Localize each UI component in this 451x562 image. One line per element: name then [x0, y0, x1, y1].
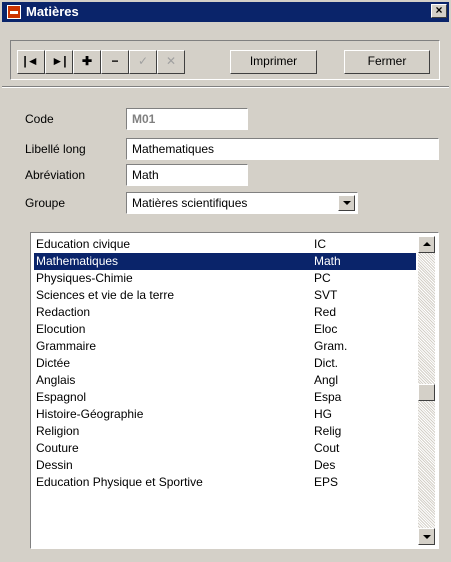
last-record-button[interactable]: ►|: [45, 50, 73, 74]
list-item-abbr: Red: [314, 305, 337, 319]
list-item-abbr: PC: [314, 271, 331, 285]
scroll-down-icon[interactable]: [418, 528, 435, 545]
list-item[interactable]: Mathematiques Math: [34, 253, 416, 270]
list-item-name: Couture: [36, 441, 79, 455]
title-bar[interactable]: Matières ×: [2, 2, 449, 22]
list-item-abbr: Espa: [314, 390, 342, 404]
list-item-name: Physiques-Chimie: [36, 271, 133, 285]
list-item-name: Religion: [36, 424, 80, 438]
list-item[interactable]: Histoire-Géographie HG: [34, 406, 416, 423]
toolbar: |◄ ►| ✚ − ✓ ✕ Imprimer Fermer: [10, 40, 440, 80]
chevron-down-icon[interactable]: [338, 195, 355, 211]
first-record-icon: |◄: [23, 54, 39, 68]
list-item[interactable]: Anglais Angl: [34, 372, 416, 389]
code-field: M01: [126, 108, 248, 130]
list-item-abbr: IC: [314, 237, 326, 251]
code-label: Code: [25, 112, 54, 126]
list-item-abbr: Eloc: [314, 322, 338, 336]
close-window-button[interactable]: ×: [431, 4, 447, 18]
plus-icon: ✚: [81, 54, 93, 68]
list-item-abbr: Cout: [314, 441, 340, 455]
list-item-name: Grammaire: [36, 339, 97, 353]
list-item-abbr: Relig: [314, 424, 342, 438]
list-item[interactable]: Physiques-Chimie PC: [34, 270, 416, 287]
cancel-edit-button[interactable]: ✕: [157, 50, 185, 74]
print-button[interactable]: Imprimer: [230, 50, 317, 74]
matieres-list[interactable]: Education civique IC Mathematiques Math Phys…: [30, 232, 439, 549]
scroll-thumb[interactable]: [418, 384, 435, 401]
groupe-label: Groupe: [25, 196, 66, 210]
libelle-label: Libellé long: [25, 142, 86, 156]
list-item-abbr: Gram.: [314, 339, 348, 353]
last-record-icon: ►|: [51, 54, 67, 68]
list-item-abbr: Angl: [314, 373, 339, 387]
list-item[interactable]: Education civique IC: [34, 236, 416, 253]
matieres-window: Matières × |◄ ►| ✚ − ✓ ✕ Imprimer Fermer…: [0, 0, 451, 562]
add-record-button[interactable]: ✚: [73, 50, 101, 74]
list-item-abbr: HG: [314, 407, 332, 421]
list-item[interactable]: Redaction Red: [34, 304, 416, 321]
cancel-icon: ✕: [165, 54, 177, 68]
list-item[interactable]: Elocution Eloc: [34, 321, 416, 338]
list-item-abbr: EPS: [314, 475, 339, 489]
list-item-abbr: SVT: [314, 288, 338, 302]
fermer-button[interactable]: Fermer: [344, 50, 430, 74]
abreviation-label: Abréviation: [25, 168, 86, 182]
groupe-select[interactable]: Matières scientifiques: [126, 192, 358, 214]
list-item-name: Anglais: [36, 373, 76, 387]
list-item-name: Redaction: [36, 305, 91, 319]
list-item-name: Histoire-Géographie: [36, 407, 144, 421]
list-item-name: Education Physique et Sportive: [36, 475, 203, 489]
list-item[interactable]: Couture Cout: [34, 440, 416, 457]
delete-record-button[interactable]: −: [101, 50, 129, 74]
checkmark-icon: ✓: [137, 54, 149, 68]
list-rows: Education civique IC Mathematiques Math Phys…: [34, 236, 416, 491]
abreviation-field[interactable]: Math: [126, 164, 248, 186]
list-item[interactable]: Espagnol Espa: [34, 389, 416, 406]
minus-icon: −: [111, 54, 119, 68]
list-item-name: Espagnol: [36, 390, 87, 404]
list-item-name: Education civique: [36, 237, 131, 251]
app-icon: [7, 5, 21, 19]
validate-button[interactable]: ✓: [129, 50, 157, 74]
list-item[interactable]: Religion Relig: [34, 423, 416, 440]
groupe-value: Matières scientifiques: [132, 196, 248, 210]
libelle-field[interactable]: Mathematiques: [126, 138, 439, 160]
window-title: Matières: [26, 4, 79, 19]
separator: [2, 86, 449, 88]
list-item[interactable]: Sciences et vie de la terre SVT: [34, 287, 416, 304]
vertical-scrollbar[interactable]: [418, 236, 435, 545]
list-item-name: Dictée: [36, 356, 71, 370]
list-item-name: Mathematiques: [36, 254, 119, 268]
list-item-name: Dessin: [36, 458, 73, 472]
list-item-name: Elocution: [36, 322, 86, 336]
list-item-abbr: Des: [314, 458, 336, 472]
list-item-name: Sciences et vie de la terre: [36, 288, 175, 302]
list-item[interactable]: Dictée Dict.: [34, 355, 416, 372]
list-item-abbr: Math: [314, 254, 341, 268]
first-record-button[interactable]: |◄: [17, 50, 45, 74]
list-item[interactable]: Grammaire Gram.: [34, 338, 416, 355]
list-item[interactable]: Dessin Des: [34, 457, 416, 474]
scroll-up-icon[interactable]: [418, 236, 435, 253]
list-item[interactable]: Education Physique et Sportive EPS: [34, 474, 416, 491]
list-item-abbr: Dict.: [314, 356, 338, 370]
